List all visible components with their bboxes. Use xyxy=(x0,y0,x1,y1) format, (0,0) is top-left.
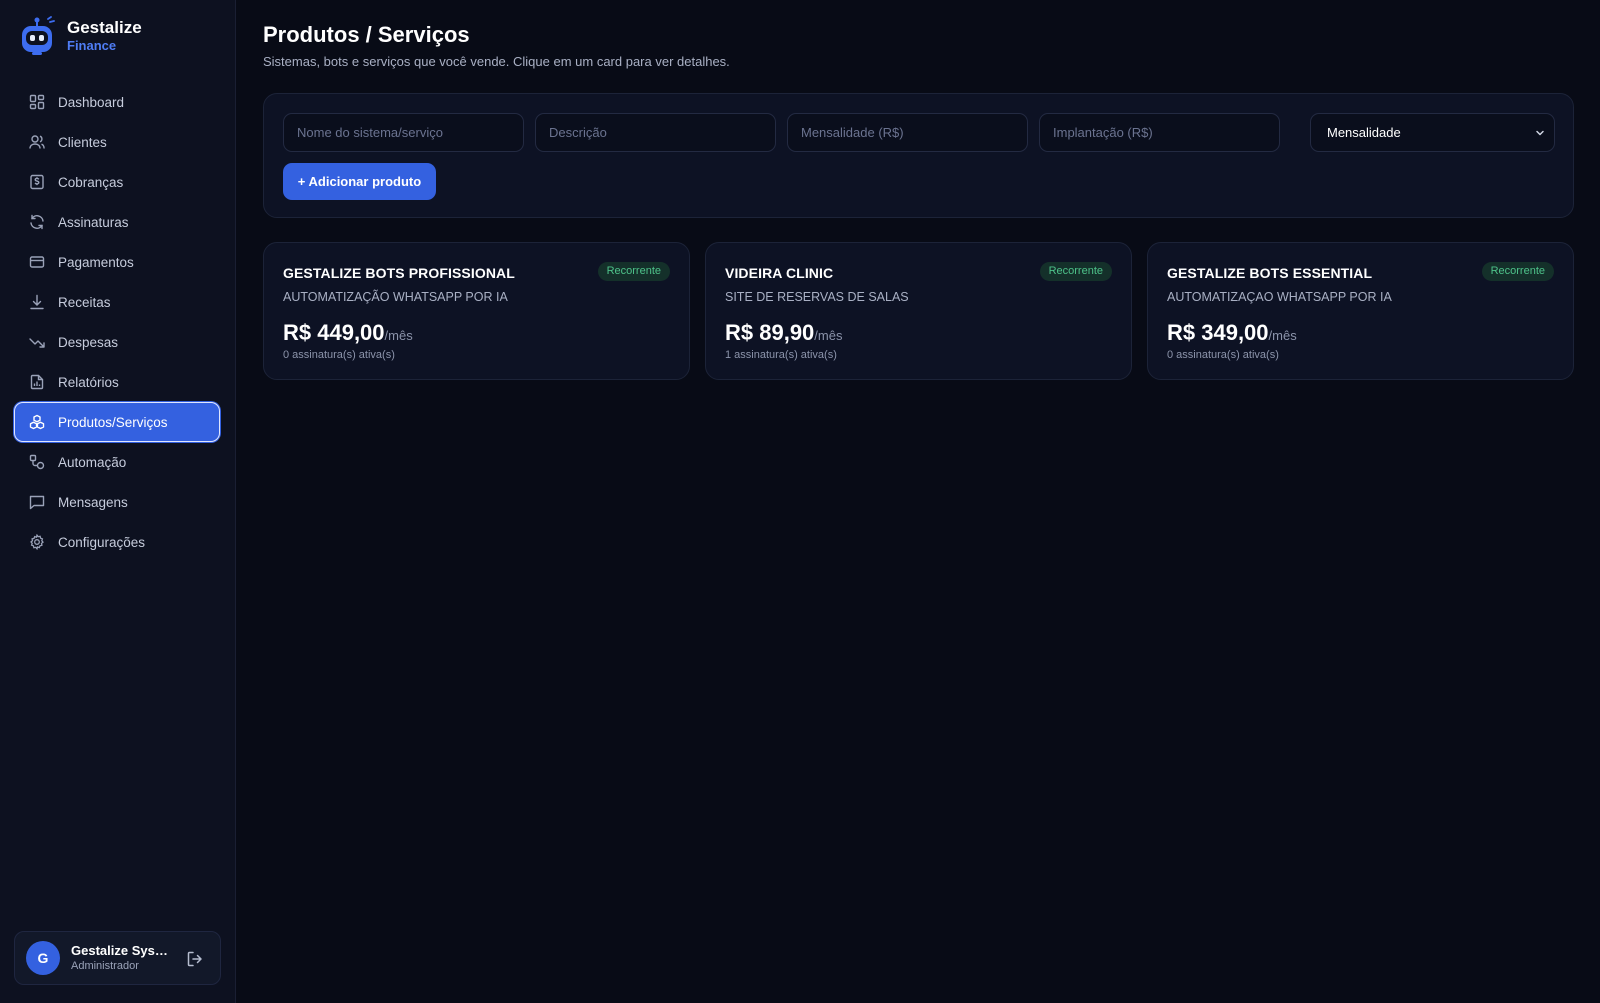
sidebar-item-despesas[interactable]: Despesas xyxy=(14,322,220,362)
price-value: R$ 449,00 xyxy=(283,320,385,345)
sidebar-item-automacao[interactable]: Automação xyxy=(14,442,220,482)
monthly-price-input[interactable] xyxy=(787,113,1028,152)
product-name-input[interactable] xyxy=(283,113,524,152)
brand-name: Gestalize xyxy=(67,18,142,37)
sidebar: Gestalize Finance Dashboard Clientes Cob… xyxy=(0,0,236,1003)
price-value: R$ 349,00 xyxy=(1167,320,1269,345)
sidebar-item-clientes[interactable]: Clientes xyxy=(14,122,220,162)
sidebar-item-label: Receitas xyxy=(58,294,111,310)
sidebar-item-label: Relatórios xyxy=(58,374,119,390)
invoice-dollar-icon xyxy=(29,174,45,190)
sidebar-item-label: Assinaturas xyxy=(58,214,129,230)
trending-down-icon xyxy=(29,334,45,350)
sidebar-item-label: Mensagens xyxy=(58,494,128,510)
product-price: R$ 449,00 /mês xyxy=(283,320,413,346)
active-subscriptions: 0 assinatura(s) ativa(s) xyxy=(1167,349,1279,361)
boxes-icon xyxy=(29,414,45,430)
product-description: AUTOMATIZAÇAO WHATSAPP POR IA xyxy=(1167,290,1392,304)
product-price: R$ 349,00 /mês xyxy=(1167,320,1297,346)
sidebar-item-pagamentos[interactable]: Pagamentos xyxy=(14,242,220,282)
logout-icon[interactable] xyxy=(186,950,204,968)
product-description: SITE DE RESERVAS DE SALAS xyxy=(725,290,909,304)
sidebar-item-produtos-servicos[interactable]: Produtos/Serviços xyxy=(14,402,220,442)
product-card[interactable]: GESTALIZE BOTS PROFISSIONAL Recorrente A… xyxy=(263,242,690,380)
active-subscriptions: 1 assinatura(s) ativa(s) xyxy=(725,349,837,361)
users-icon xyxy=(29,134,45,150)
sidebar-item-mensagens[interactable]: Mensagens xyxy=(14,482,220,522)
credit-card-icon xyxy=(29,254,45,270)
sidebar-nav: Dashboard Clientes Cobranças Assinaturas… xyxy=(14,82,220,562)
sidebar-item-configuracoes[interactable]: Configurações xyxy=(14,522,220,562)
user-card: G Gestalize Systems Administrador xyxy=(14,931,221,985)
report-icon xyxy=(29,374,45,390)
billing-type-value: Mensalidade xyxy=(1327,125,1401,140)
page-title: Produtos / Serviços xyxy=(263,22,470,47)
sidebar-item-cobrancas[interactable]: Cobranças xyxy=(14,162,220,202)
product-price: R$ 89,90 /mês xyxy=(725,320,842,346)
price-unit: /mês xyxy=(1268,328,1297,343)
sidebar-item-assinaturas[interactable]: Assinaturas xyxy=(14,202,220,242)
main-content: Produtos / Serviços Sistemas, bots e ser… xyxy=(237,0,1600,1003)
price-unit: /mês xyxy=(814,328,843,343)
status-badge: Recorrente xyxy=(1039,262,1112,281)
user-name: Gestalize Systems xyxy=(71,943,171,958)
product-card[interactable]: GESTALIZE BOTS ESSENTIAL Recorrente AUTO… xyxy=(1147,242,1574,380)
billing-type-select[interactable]: Mensalidade xyxy=(1310,113,1555,152)
sidebar-item-receitas[interactable]: Receitas xyxy=(14,282,220,322)
sidebar-item-relatorios[interactable]: Relatórios xyxy=(14,362,220,402)
chevron-down-icon xyxy=(1536,130,1544,136)
product-title: GESTALIZE BOTS PROFISSIONAL xyxy=(283,265,515,281)
sidebar-item-dashboard[interactable]: Dashboard xyxy=(14,82,220,122)
workflow-icon xyxy=(29,454,45,470)
avatar: G xyxy=(26,941,60,975)
add-product-button[interactable]: + Adicionar produto xyxy=(283,163,436,200)
dashboard-icon xyxy=(29,94,45,110)
sidebar-item-label: Dashboard xyxy=(58,94,125,110)
product-description-input[interactable] xyxy=(535,113,776,152)
sidebar-item-label: Automação xyxy=(58,454,127,470)
sidebar-item-label: Clientes xyxy=(58,134,107,150)
sidebar-item-label: Configurações xyxy=(58,534,146,550)
product-description: AUTOMATIZAÇÃO WHATSAPP POR IA xyxy=(283,290,508,304)
price-value: R$ 89,90 xyxy=(725,320,815,345)
gear-icon xyxy=(29,534,45,550)
setup-price-input[interactable] xyxy=(1039,113,1280,152)
status-badge: Recorrente xyxy=(1481,262,1554,281)
sidebar-item-label: Cobranças xyxy=(58,174,124,190)
product-title: VIDEIRA CLINIC xyxy=(725,265,834,281)
chat-icon xyxy=(29,494,45,510)
sidebar-item-label: Pagamentos xyxy=(58,254,134,270)
sidebar-item-label: Despesas xyxy=(58,334,119,350)
price-unit: /mês xyxy=(384,328,413,343)
user-role: Administrador xyxy=(71,960,139,972)
brand-subtitle: Finance xyxy=(67,38,117,53)
product-title: GESTALIZE BOTS ESSENTIAL xyxy=(1167,265,1373,281)
brand[interactable]: Gestalize Finance xyxy=(20,16,142,56)
download-icon xyxy=(29,294,45,310)
page-subtitle: Sistemas, bots e serviços que você vende… xyxy=(263,54,730,69)
status-badge: Recorrente xyxy=(597,262,670,281)
add-product-form: Mensalidade + Adicionar produto xyxy=(263,93,1574,218)
active-subscriptions: 0 assinatura(s) ativa(s) xyxy=(283,349,395,361)
refresh-icon xyxy=(29,214,45,230)
robot-logo-icon xyxy=(22,16,55,55)
product-card[interactable]: VIDEIRA CLINIC Recorrente SITE DE RESERV… xyxy=(705,242,1132,380)
sidebar-item-label: Produtos/Serviços xyxy=(58,414,168,430)
